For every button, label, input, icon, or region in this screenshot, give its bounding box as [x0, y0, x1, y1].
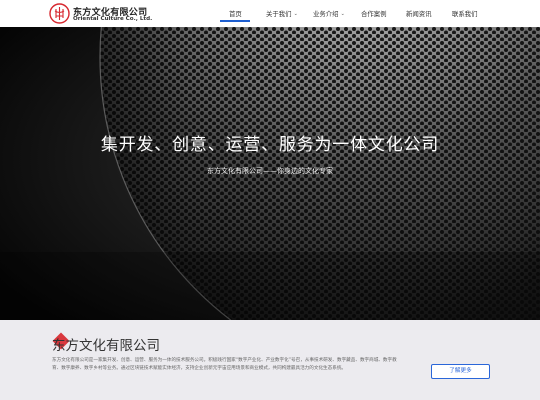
nav-contact[interactable]: 联系我们: [452, 9, 478, 18]
learn-more-button[interactable]: 了解更多: [431, 364, 490, 379]
nav-cases-label: 合作案例: [361, 10, 387, 18]
brand-logo[interactable]: 东方文化有限公司 Oriental Culture Co., Ltd.: [49, 3, 179, 24]
chevron-down-icon: ⌄: [340, 11, 345, 17]
nav-contact-label: 联系我们: [452, 10, 478, 18]
hero-subtitle: 东方文化有限公司——你身边的文化专家: [207, 167, 333, 175]
nav-news-label: 新闻资讯: [406, 10, 432, 18]
brand-name-en: Oriental Culture Co., Ltd.: [73, 16, 153, 22]
nav-home[interactable]: 首页: [229, 9, 242, 18]
chevron-down-icon: ⌄: [293, 11, 298, 17]
site-header: 东方文化有限公司 Oriental Culture Co., Ltd. 首页 关…: [0, 0, 540, 27]
about-section: 东方文化有限公司 东方文化有限公司是一家集开发、创意、运营、服务为一体的技术服务…: [0, 320, 540, 400]
nav-business[interactable]: 业务介绍 ⌄: [313, 9, 345, 18]
nav-about[interactable]: 关于我们 ⌄: [266, 9, 298, 18]
nav-news[interactable]: 新闻资讯: [406, 9, 432, 18]
logo-seal-icon: [49, 3, 70, 24]
nav-about-label: 关于我们: [266, 10, 292, 18]
hero-title: 集开发、创意、运营、服务为一体文化公司: [100, 135, 440, 155]
hero-banner: 集开发、创意、运营、服务为一体文化公司 东方文化有限公司——你身边的文化专家: [0, 27, 540, 320]
nav-cases[interactable]: 合作案例: [361, 9, 387, 18]
about-title: 东方文化有限公司: [52, 338, 160, 354]
nav-business-label: 业务介绍: [313, 10, 339, 18]
about-description: 东方文化有限公司是一家集开发、创意、运营、服务为一体的技术服务公司。积极践行国家…: [52, 358, 397, 371]
nav-home-label: 首页: [229, 10, 242, 18]
nav-active-indicator: [220, 20, 250, 22]
